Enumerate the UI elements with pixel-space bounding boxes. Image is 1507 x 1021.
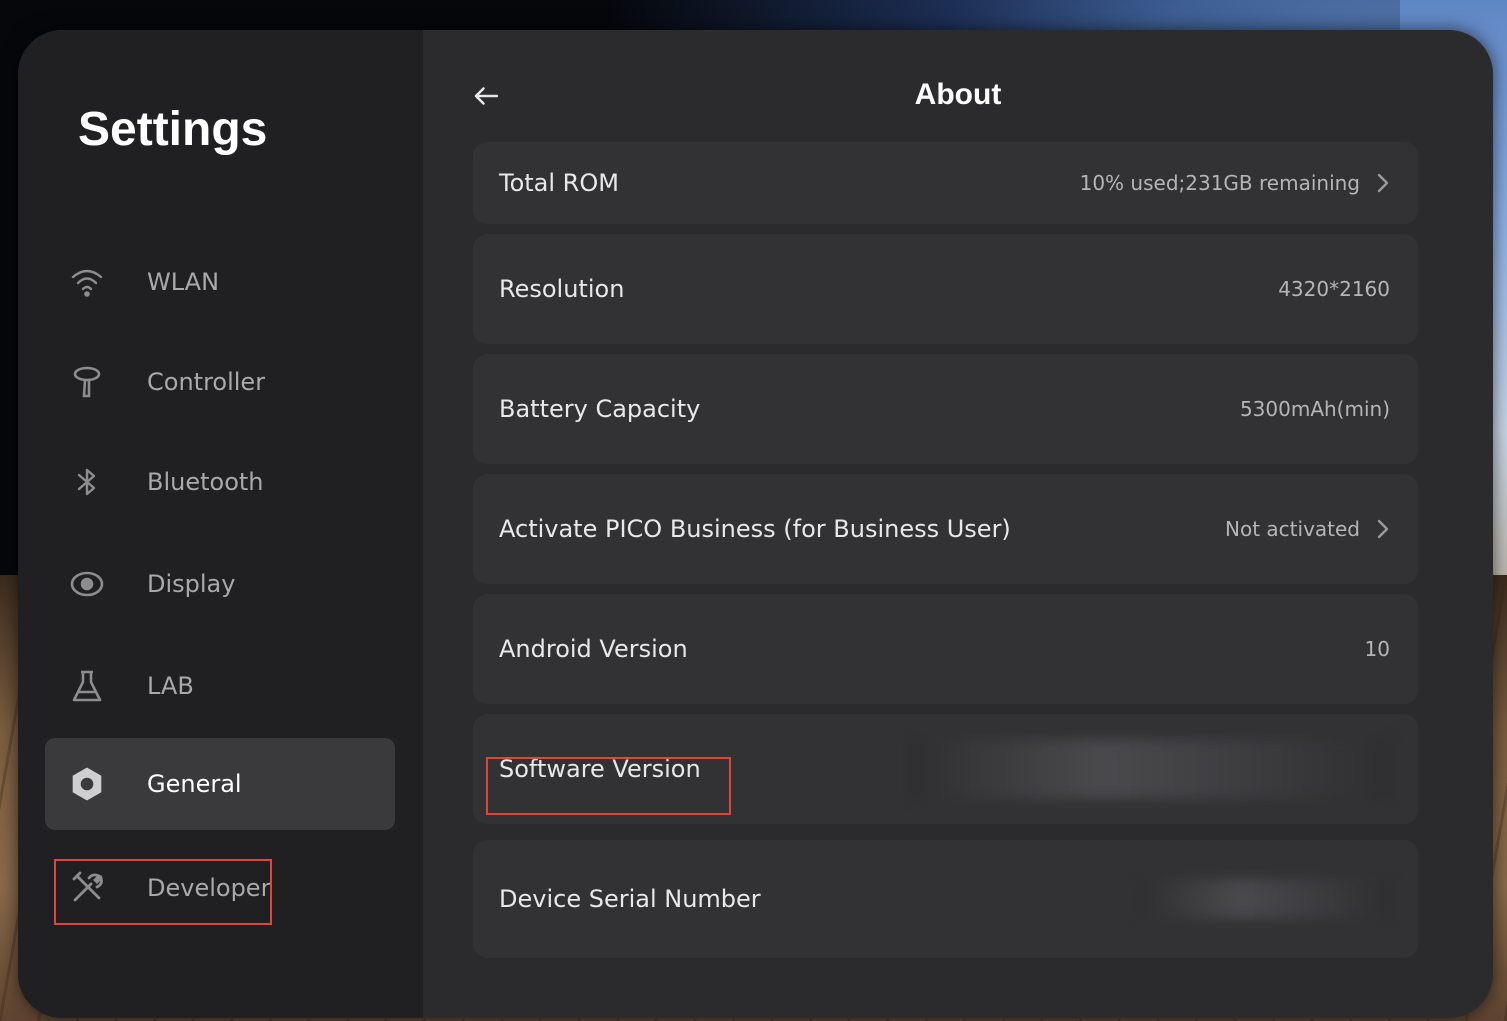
gear-icon <box>67 764 107 804</box>
sidebar-item-label: Controller <box>147 368 266 396</box>
chevron-right-icon <box>1377 519 1389 539</box>
row-label: Software Version <box>499 755 701 783</box>
sidebar-item-controller[interactable]: Controller <box>45 336 395 428</box>
row-label: Activate PICO Business (for Business Use… <box>499 515 1011 543</box>
sidebar-item-label: General <box>147 770 242 798</box>
row-resolution: Resolution 4320*2160 <box>473 234 1418 344</box>
row-android-version: Android Version 10 <box>473 594 1418 704</box>
row-value: Not activated <box>1225 517 1360 541</box>
row-label: Resolution <box>499 275 625 303</box>
chevron-right-icon <box>1377 173 1389 193</box>
sidebar-item-label: Bluetooth <box>147 468 264 496</box>
sidebar-item-developer[interactable]: Developer <box>45 842 395 934</box>
row-label: Device Serial Number <box>499 885 761 913</box>
row-activate-pico-business[interactable]: Activate PICO Business (for Business Use… <box>473 474 1418 584</box>
sidebar-item-label: LAB <box>147 672 194 700</box>
row-label: Battery Capacity <box>499 395 701 423</box>
row-device-serial-number: Device Serial Number <box>473 840 1418 958</box>
page-title: About <box>914 78 1002 111</box>
sidebar-item-label: Display <box>147 570 236 598</box>
row-label: Android Version <box>499 635 688 663</box>
sidebar-item-label: WLAN <box>147 268 220 296</box>
sidebar: Settings WLAN Controller Bluetooth Displ… <box>18 30 423 1018</box>
sidebar-title: Settings <box>78 103 268 156</box>
sidebar-item-general[interactable]: General <box>45 738 395 830</box>
row-software-version: Software Version <box>473 714 1418 824</box>
blurred-value <box>1140 879 1390 919</box>
sidebar-item-bluetooth[interactable]: Bluetooth <box>45 436 395 528</box>
tools-icon <box>67 868 107 908</box>
row-value: 10% used;231GB remaining <box>1079 171 1360 195</box>
sidebar-item-lab[interactable]: LAB <box>45 640 395 732</box>
blurred-value <box>910 739 1390 799</box>
row-value: 5300mAh(min) <box>1239 397 1390 421</box>
sidebar-item-wlan[interactable]: WLAN <box>45 236 395 328</box>
wifi-icon <box>67 262 107 302</box>
sidebar-item-label: Developer <box>147 874 271 902</box>
row-label: Total ROM <box>499 169 619 197</box>
flask-icon <box>67 666 107 706</box>
row-total-rom[interactable]: Total ROM 10% used;231GB remaining <box>473 142 1418 224</box>
row-battery-capacity: Battery Capacity 5300mAh(min) <box>473 354 1418 464</box>
bluetooth-icon <box>67 462 107 502</box>
sidebar-item-display[interactable]: Display <box>45 538 395 630</box>
settings-window: Settings WLAN Controller Bluetooth Displ… <box>18 30 1493 1018</box>
about-page: About Total ROM 10% used;231GB remaining… <box>423 30 1493 1018</box>
controller-icon <box>67 362 107 402</box>
row-value: 10 <box>1364 637 1390 661</box>
row-value: 4320*2160 <box>1278 277 1390 301</box>
eye-icon <box>67 564 107 604</box>
